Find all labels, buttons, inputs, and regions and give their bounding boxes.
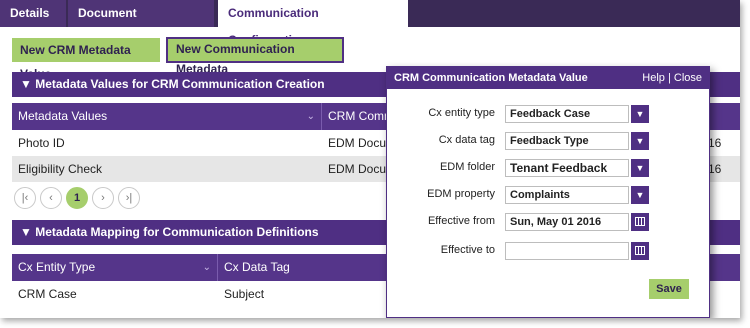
column-header-label: Cx Entity Type xyxy=(18,260,96,274)
tab-document-management[interactable]: Document Management xyxy=(68,0,214,47)
edm-property-select[interactable]: Complaints xyxy=(505,186,629,204)
cx-data-tag-label: Cx data tag xyxy=(438,134,495,146)
close-link[interactable]: Close xyxy=(674,72,702,84)
link-separator: | xyxy=(667,72,671,84)
column-header-metadata-values[interactable]: Metadata Values ⌄ xyxy=(12,103,322,130)
chevron-down-icon[interactable]: ⌄ xyxy=(307,103,315,130)
chevron-down-icon[interactable]: ▼ xyxy=(631,186,649,204)
column-header-label: Cx Data Tag xyxy=(224,260,290,274)
column-header-label: Metadata Values xyxy=(18,109,108,123)
calendar-icon[interactable] xyxy=(631,242,649,260)
metadata-value-cell: Photo ID xyxy=(18,136,65,150)
dialog-title: CRM Communication Metadata Value xyxy=(394,72,588,84)
edm-folder-select[interactable]: Tenant Feedback xyxy=(505,159,629,177)
tab-bar: Details Document Management Communicatio… xyxy=(0,0,740,47)
previous-page-button[interactable]: ‹ xyxy=(40,187,62,209)
effective-from-label: Effective from xyxy=(427,215,495,227)
column-header-cx-entity-type[interactable]: Cx Entity Type ⌄ xyxy=(12,254,218,281)
cx-entity-type-select[interactable]: Feedback Case xyxy=(505,105,629,123)
cx-data-tag-select[interactable]: Feedback Type xyxy=(505,132,629,150)
chevron-down-icon[interactable]: ⌄ xyxy=(203,254,211,281)
metadata-value-cell: Eligibility Check xyxy=(18,162,103,176)
app-window: Details Document Management Communicatio… xyxy=(0,0,740,318)
cx-data-tag-cell: Subject xyxy=(224,287,265,301)
dialog-links: Help | Close xyxy=(642,67,702,89)
dialog-title-bar[interactable]: CRM Communication Metadata Value Help | … xyxy=(387,67,709,89)
calendar-icon[interactable] xyxy=(631,213,649,231)
save-button[interactable]: Save xyxy=(649,279,689,299)
last-page-button[interactable]: ›| xyxy=(118,187,140,209)
edm-folder-label: EDM folder xyxy=(439,161,495,173)
edm-property-label: EDM property xyxy=(427,188,495,200)
cx-entity-type-cell: CRM Case xyxy=(18,287,77,301)
chevron-down-icon[interactable]: ▼ xyxy=(631,132,649,150)
effective-to-input[interactable] xyxy=(505,242,629,260)
cx-entity-type-label: Cx entity type xyxy=(428,107,495,119)
new-crm-metadata-value-button[interactable]: New CRM Metadata Value xyxy=(12,38,160,81)
effective-from-input[interactable]: Sun, May 01 2016 xyxy=(505,213,629,231)
crm-communication-metadata-dialog: CRM Communication Metadata Value Help | … xyxy=(386,66,710,318)
tab-communication-configuration[interactable]: Communication Configuration xyxy=(218,0,408,47)
current-page-button[interactable]: 1 xyxy=(66,187,88,209)
next-page-button[interactable]: › xyxy=(92,187,114,209)
first-page-button[interactable]: |‹ xyxy=(14,187,36,209)
chevron-down-icon[interactable]: ▼ xyxy=(631,105,649,123)
help-link[interactable]: Help xyxy=(642,72,665,84)
chevron-down-icon[interactable]: ▼ xyxy=(631,159,649,177)
new-communication-metadata-button[interactable]: New Communication Metadata xyxy=(166,37,344,76)
tab-details[interactable]: Details xyxy=(0,0,66,27)
effective-to-label: Effective to xyxy=(440,244,495,256)
